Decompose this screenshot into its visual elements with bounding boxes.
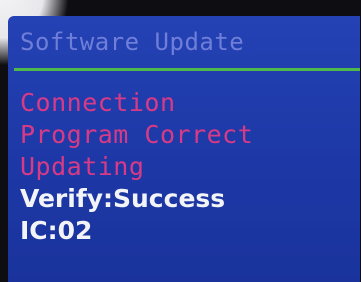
step-program-correct: Program Correct	[20, 120, 254, 149]
verify-status: Verify:Success	[20, 184, 226, 213]
step-updating: Updating	[20, 152, 145, 181]
title-divider	[14, 68, 360, 71]
screen-title: Software Update	[20, 28, 245, 56]
lcd-screen: Software Update Connection Program Corre…	[8, 16, 360, 282]
device-photo: Software Update Connection Program Corre…	[0, 0, 361, 282]
step-connection: Connection	[20, 88, 176, 117]
ic-readout: IC:02	[20, 216, 93, 245]
